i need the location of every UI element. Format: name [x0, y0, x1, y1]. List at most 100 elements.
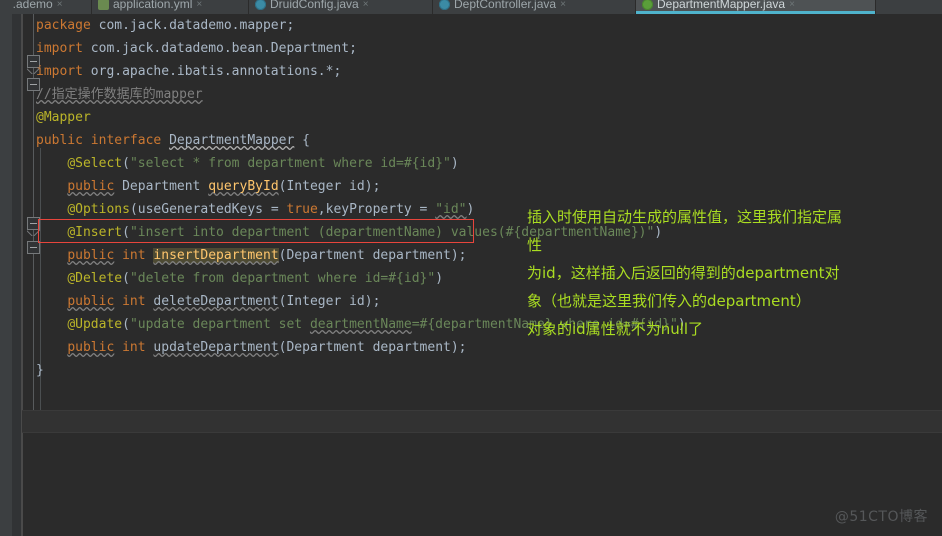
code-token: insertDepartment	[153, 248, 279, 263]
tab-label: application.yml	[113, 0, 193, 11]
code-line: //指定操作数据库的mapper	[22, 83, 942, 106]
code-line: }	[22, 359, 942, 382]
code-token: (	[122, 156, 130, 171]
code-token: ;	[372, 294, 381, 309]
java-class-icon	[439, 0, 450, 10]
code-token: (Department department)	[278, 248, 459, 263]
code-token: deartmentName	[309, 317, 412, 332]
code-token: )	[435, 271, 444, 286]
code-token: @Select	[67, 156, 123, 171]
code-token: int	[122, 248, 146, 263]
close-icon[interactable]: ×	[789, 0, 795, 10]
code-token: updateDepartment	[153, 340, 279, 355]
code-token: )	[450, 156, 459, 171]
code-token: DepartmentMapper	[169, 133, 295, 148]
tab-label: DepartmentMapper.java	[657, 0, 786, 11]
code-token: queryById	[208, 179, 279, 194]
tab-label: DeptController.java	[454, 0, 557, 11]
tab-departmentmapper-java[interactable]: DepartmentMapper.java ×	[636, 0, 876, 14]
annotation-line-2: 性	[527, 236, 543, 254]
code-token: ;	[349, 41, 357, 56]
code-token: (Integer id)	[278, 294, 373, 309]
annotation-line-3a: 为	[527, 264, 543, 282]
code-token: //指定操作数据库的mapper	[36, 87, 203, 102]
code-line: import org.apache.ibatis.annotations.*;	[22, 60, 942, 83]
code-token: "update department set	[129, 317, 310, 332]
code-token: ,keyProperty =	[317, 202, 436, 217]
code-token: (	[122, 271, 130, 286]
code-token: com.jack.datademo.mapper	[98, 18, 287, 33]
annotation-line-4: 象（也就是这里我们传入的department）	[527, 292, 811, 310]
code-token: public	[67, 294, 115, 309]
annotation-line-3d: department	[735, 264, 825, 282]
code-token: "delete from department where id=#{id}"	[129, 271, 436, 286]
code-token: public	[67, 179, 115, 194]
tab-ademo[interactable]: ...ademo ×	[0, 0, 92, 14]
code-token: public	[36, 133, 91, 148]
code-editor[interactable]: package com.jack.datademo.mapper; import …	[0, 14, 942, 536]
code-token: @Insert	[67, 225, 123, 240]
code-token: public	[67, 340, 115, 355]
code-line: public interface DepartmentMapper {	[22, 129, 942, 152]
annotation-line-3b: id	[542, 264, 556, 282]
close-icon[interactable]: ×	[196, 0, 202, 10]
code-token: package	[36, 18, 99, 33]
code-token: @Options	[67, 202, 130, 217]
code-line: public Department queryById(Integer id);	[22, 175, 942, 198]
code-token: ;	[458, 248, 467, 263]
code-token: int	[122, 340, 146, 355]
annotation-text-block-1: 插入时使用自动生成的属性值，这里我们指定属 性	[527, 203, 939, 259]
code-token: public	[67, 248, 115, 263]
java-class-icon	[255, 0, 266, 10]
close-icon[interactable]: ×	[560, 0, 566, 10]
code-token: @Delete	[67, 271, 123, 286]
code-token: true	[286, 202, 318, 217]
annotation-line-3e: 对	[824, 264, 840, 282]
close-icon[interactable]: ×	[363, 0, 369, 10]
editor-tab-bar: ...ademo × application.yml × DruidConfig…	[0, 0, 942, 14]
code-token: @Update	[67, 317, 123, 332]
code-token: ;	[372, 179, 381, 194]
code-token: ;	[458, 340, 467, 355]
code-token: import	[36, 41, 91, 56]
code-line: @Mapper	[22, 106, 942, 129]
left-tool-strip	[0, 0, 12, 536]
tab-application-yml[interactable]: application.yml ×	[92, 0, 249, 14]
tab-label: ...ademo	[6, 0, 53, 11]
code-token: @Mapper	[36, 110, 91, 125]
code-token: (	[122, 317, 130, 332]
java-interface-icon	[642, 0, 653, 10]
code-token: }	[36, 363, 44, 378]
tab-druidconfig-java[interactable]: DruidConfig.java ×	[249, 0, 433, 14]
code-token: )	[466, 202, 475, 217]
code-token: {	[294, 133, 310, 148]
code-token: "id"	[435, 202, 467, 217]
code-token: Department	[114, 179, 209, 194]
annotation-line-5: 对象的id属性就不为null了	[527, 320, 704, 338]
code-token: deleteDepartment	[153, 294, 279, 309]
code-token: com.jack.datademo.bean.Department	[90, 41, 350, 56]
code-token: interface	[90, 133, 170, 148]
code-token: (	[122, 225, 130, 240]
code-token: ;	[286, 18, 295, 33]
watermark: @51CTO博客	[834, 509, 928, 525]
ide-window: ...ademo × application.yml × DruidConfig…	[0, 0, 942, 536]
code-token: "select * from department where id=#{id}…	[129, 156, 451, 171]
annotation-line-1: 插入时使用自动生成的属性值，这里我们指定属	[527, 208, 843, 226]
annotation-line-3c: ，这样插入后返回的得到的	[555, 264, 736, 282]
code-token: (Department department)	[278, 340, 459, 355]
annotation-text-block-2: 为id，这样插入后返回的得到的department对 象（也就是这里我们传入的d…	[527, 259, 939, 343]
code-token: ;	[333, 64, 342, 79]
code-line: @Select("select * from department where …	[22, 152, 942, 175]
tab-label: DruidConfig.java	[270, 0, 359, 11]
code-token: org.apache.ibatis.annotations.*	[90, 64, 334, 79]
code-token: (useGeneratedKeys =	[129, 202, 287, 217]
close-icon[interactable]: ×	[57, 0, 63, 10]
code-line: package com.jack.datademo.mapper;	[22, 14, 942, 37]
tab-deptcontroller-java[interactable]: DeptController.java ×	[433, 0, 636, 14]
code-token: import	[36, 64, 91, 79]
code-token: int	[122, 294, 146, 309]
code-line: import com.jack.datademo.bean.Department…	[22, 37, 942, 60]
